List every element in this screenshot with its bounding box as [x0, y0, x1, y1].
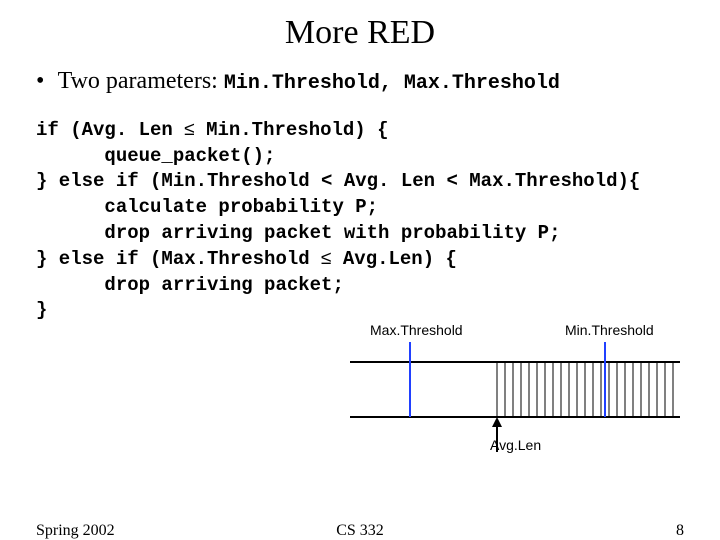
code-l7: drop arriving packet;	[36, 274, 344, 296]
bullet-marker: •	[36, 68, 52, 95]
code-l6b: Avg.Len) {	[331, 248, 456, 270]
bullet-code: Min.Threshold, Max.Threshold	[224, 72, 560, 95]
code-le1: ≤	[184, 119, 194, 140]
code-block: if (Avg. Len ≤ Min.Threshold) { queue_pa…	[0, 95, 720, 324]
code-l6a: } else if (Max.Threshold	[36, 248, 321, 270]
queue-illustration: Max.Threshold Min.Threshold Avg.Len	[350, 322, 680, 462]
slide-title: More RED	[0, 0, 720, 60]
bullet-text: Two parameters:	[58, 68, 224, 94]
code-l2: queue_packet();	[36, 145, 275, 167]
slide: More RED • Two parameters: Min.Threshold…	[0, 0, 720, 540]
code-l1a: if (Avg. Len	[36, 119, 184, 141]
footer-center: CS 332	[0, 522, 720, 540]
code-l4: calculate probability P;	[36, 196, 378, 218]
code-l5: drop arriving packet with probability P;	[36, 222, 561, 244]
code-l3: } else if (Min.Threshold < Avg. Len < Ma…	[36, 170, 640, 192]
footer-page-number: 8	[676, 522, 684, 540]
avg-len-label: Avg.Len	[490, 437, 541, 453]
max-threshold-label: Max.Threshold	[370, 322, 463, 338]
bullet-line: • Two parameters: Min.Threshold, Max.Thr…	[0, 60, 720, 95]
min-threshold-label: Min.Threshold	[565, 322, 654, 338]
code-le2: ≤	[321, 248, 331, 269]
code-l8: }	[36, 299, 47, 321]
code-l1b: Min.Threshold) {	[195, 119, 389, 141]
